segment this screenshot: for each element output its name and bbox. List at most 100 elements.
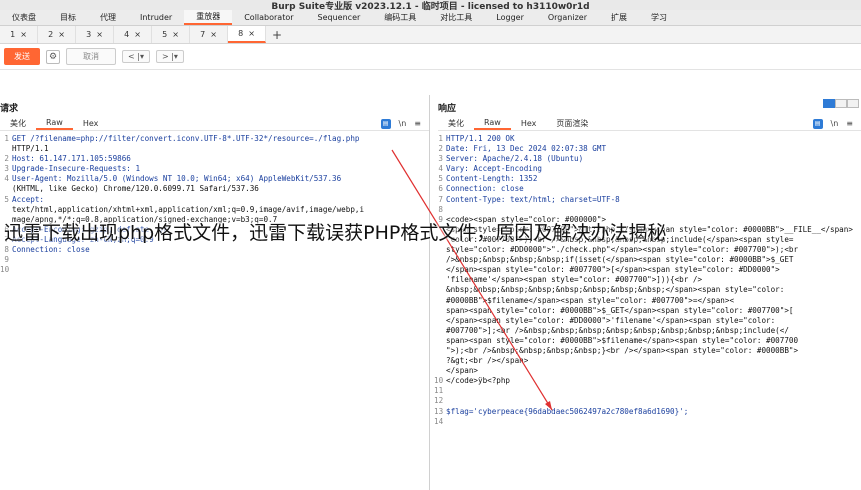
response-subtab-3[interactable]: 页面渲染 [546, 117, 598, 130]
menu-item-3[interactable]: Intruder [128, 10, 184, 25]
line-text: HTTP/1.1 [12, 144, 49, 154]
repeater-toolbar: 发送 ⚙ 取消 < |▾ > |▾ [0, 44, 861, 70]
code-line: ?&gt;<br /></span> [434, 356, 861, 366]
line-number [0, 205, 9, 215]
pretty-print-icon[interactable]: ▤ [380, 118, 391, 129]
code-line: 8 Connection: close [0, 245, 429, 255]
menu-item-11[interactable]: 扩展 [599, 10, 639, 25]
code-line: 5 Accept: [0, 195, 429, 205]
repeater-tab-5[interactable]: 5 × [152, 26, 190, 43]
menu-item-2[interactable]: 代理 [88, 10, 128, 25]
menu-item-10[interactable]: Organizer [536, 10, 599, 25]
repeater-tab-1[interactable]: 1 × [0, 26, 38, 43]
line-number [434, 306, 443, 316]
line-number [0, 184, 9, 194]
menu-item-5[interactable]: Collaborator [232, 10, 305, 25]
pretty-print-icon[interactable]: ▤ [812, 118, 823, 129]
repeater-tab-3[interactable]: 3 × [76, 26, 114, 43]
line-text: &nbsp;&nbsp;&nbsp;&nbsp;&nbsp;&nbsp;&nbs… [446, 285, 785, 295]
request-subtab-2[interactable]: Hex [73, 117, 109, 130]
close-icon[interactable]: × [134, 30, 141, 39]
code-line: span><span style="color: #0000BB">$filen… [434, 336, 861, 346]
wrap-icon[interactable]: \n [399, 119, 407, 128]
back-button[interactable]: < |▾ [122, 50, 150, 63]
response-subtab-0[interactable]: 美化 [438, 117, 474, 130]
close-icon[interactable]: × [20, 30, 27, 39]
menu-item-12[interactable]: 学习 [639, 10, 679, 25]
code-line: 14 [434, 417, 861, 427]
line-number: 10 [0, 265, 10, 275]
overlay-headline: 迅雷下载出现php格式文件，迅雷下载误获PHP格式文件，原因及解决办法揭秘 [4, 222, 667, 244]
repeater-tab-4[interactable]: 4 × [114, 26, 152, 43]
layout-vertical-icon[interactable] [847, 99, 859, 108]
close-icon[interactable]: × [58, 30, 65, 39]
line-number [434, 265, 443, 275]
menu-item-8[interactable]: 对比工具 [428, 10, 484, 25]
code-line: 7 Content-Type: text/html; charset=UTF-8 [434, 195, 861, 205]
gear-icon[interactable]: ⚙ [46, 49, 60, 64]
send-button[interactable]: 发送 [4, 48, 40, 65]
response-subtab-1[interactable]: Raw [474, 117, 511, 130]
menu-item-9[interactable]: Logger [484, 10, 536, 25]
line-text: text/html,application/xhtml+xml,applicat… [12, 204, 365, 214]
request-subtabs: 美化 Raw Hex ▤ \n ≡ [0, 117, 429, 131]
line-number: 8 [438, 204, 443, 214]
line-number: 7 [438, 194, 443, 204]
tab-label: 7 [200, 30, 206, 39]
layout-split-icon[interactable] [823, 99, 835, 108]
line-text: Date: Fri, 13 Dec 2024 02:07:38 GMT [446, 144, 607, 154]
cancel-button[interactable]: 取消 [66, 48, 116, 65]
forward-button[interactable]: > |▾ [155, 50, 184, 63]
menu-icon[interactable]: ≡ [414, 119, 421, 128]
menu-item-4[interactable]: 重放器 [184, 10, 233, 25]
request-subtab-0[interactable]: 美化 [0, 117, 36, 130]
tab-label: 2 [48, 30, 54, 39]
line-text: Server: Apache/2.4.18 (Ubuntu) [446, 154, 584, 164]
line-text: #007700">];<br />&nbsp;&nbsp;&nbsp;&nbsp… [446, 325, 789, 335]
line-number: 4 [438, 164, 443, 174]
line-text: </span><span style="color: #007700">[</s… [446, 265, 780, 275]
close-icon[interactable]: × [210, 30, 217, 39]
add-tab-button[interactable]: + [266, 28, 282, 42]
line-number [434, 366, 443, 376]
menu-item-0[interactable]: 仪表盘 [0, 10, 48, 25]
wrap-icon[interactable]: \n [831, 119, 839, 128]
code-line: HTTP/1.1 [0, 144, 429, 154]
repeater-tab-7[interactable]: 7 × [190, 26, 228, 43]
line-text: HTTP/1.1 200 OK [446, 134, 515, 143]
request-editor[interactable]: 1 GET /?filename=php://filter/convert.ico… [0, 134, 429, 490]
line-text: Connection: close [446, 184, 524, 194]
response-subtab-2[interactable]: Hex [511, 117, 547, 130]
line-text: ?&gt;<br /></span> [446, 356, 529, 366]
line-number: 11 [434, 386, 444, 396]
code-line: text/html,application/xhtml+xml,applicat… [0, 205, 429, 215]
layout-horizontal-icon[interactable] [835, 99, 847, 108]
tab-label: 1 [10, 30, 16, 39]
close-icon[interactable]: × [96, 30, 103, 39]
line-text: Upgrade-Insecure-Requests: 1 [12, 164, 141, 174]
line-number: 4 [4, 174, 9, 184]
code-line: 8 [434, 205, 861, 215]
close-icon[interactable]: × [172, 30, 179, 39]
request-subtab-1[interactable]: Raw [36, 117, 73, 130]
menu-icon[interactable]: ≡ [846, 119, 853, 128]
close-icon[interactable]: × [248, 29, 255, 38]
line-number: 12 [434, 396, 444, 406]
menu-item-7[interactable]: 编码工具 [372, 10, 428, 25]
line-number: 9 [4, 255, 9, 265]
line-text: </span> [446, 366, 479, 376]
menu-item-6[interactable]: Sequencer [306, 10, 373, 25]
line-text: (KHTML, like Gecko) Chrome/120.0.6099.71… [12, 184, 259, 194]
line-text: style="color: #DD0000">"./check.php"</sp… [446, 245, 799, 255]
repeater-tab-8[interactable]: 8 × [228, 26, 266, 43]
line-number: 1 [438, 134, 443, 143]
response-editor[interactable]: 1 HTTP/1.1 200 OK 2 Date: Fri, 13 Dec 2024 … [434, 134, 861, 490]
code-line: 4 User-Agent: Mozilla/5.0 (Windows NT 10.… [0, 174, 429, 184]
code-line: </span> [434, 366, 861, 376]
code-line: span><span style="color: #0000BB">$_GET<… [434, 306, 861, 316]
code-line: 'filename'</span><span style="color: #00… [434, 275, 861, 285]
menu-item-1[interactable]: 目标 [48, 10, 88, 25]
repeater-tab-2[interactable]: 2 × [38, 26, 76, 43]
editor-panes: 请求 美化 Raw Hex ▤ \n ≡ 1 GET /?filename=php://fi… [0, 95, 861, 490]
code-line: style="color: #DD0000">"./check.php"</sp… [434, 245, 861, 255]
